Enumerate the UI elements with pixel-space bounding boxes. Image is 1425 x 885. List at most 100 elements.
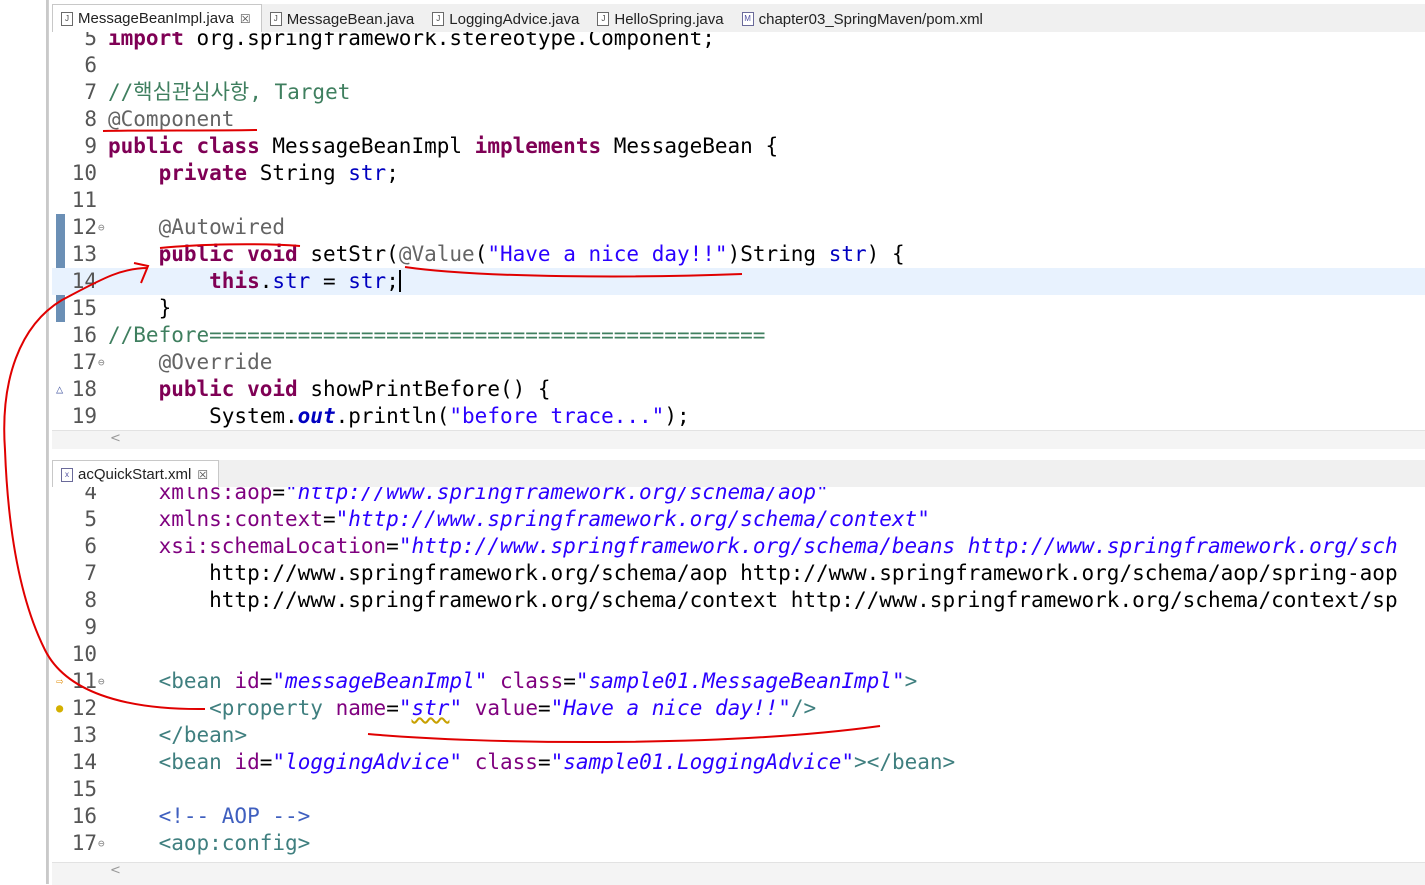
code-text: <aop:config>	[158, 831, 311, 855]
xml-editor-hscrollbar[interactable]: <	[52, 862, 1425, 885]
code-text: import org.springframework.stereotype.Co…	[108, 32, 715, 50]
tab-label: MessageBeanImpl.java	[78, 10, 234, 27]
tab-label: chapter03_SpringMaven/pom.xml	[758, 10, 983, 28]
line-number: 12	[71, 215, 97, 239]
top-tab-4[interactable]: Mchapter03_SpringMaven/pom.xml	[734, 6, 993, 32]
code-line[interactable]: 6	[52, 52, 1425, 79]
code-text: System.out.println("before trace...");	[108, 404, 690, 428]
code-line[interactable]: 16 //Before==============================…	[52, 322, 1425, 349]
tab-label: acQuickStart.xml	[78, 466, 192, 483]
code-line[interactable]: 11	[52, 187, 1425, 214]
code-line[interactable]: 12 ● <property name="str" value="Have a n…	[52, 695, 1425, 722]
left-side-panel	[0, 0, 49, 884]
warning-bulb-icon[interactable]: ●	[56, 695, 63, 722]
fold-toggle-icon[interactable]: ⊖	[98, 214, 105, 241]
line-number: 8	[84, 588, 97, 612]
code-text: xsi:schemaLocation="http://www.springfra…	[158, 534, 1398, 558]
code-line[interactable]: 19 System.out.println("before trace...")…	[52, 403, 1425, 430]
code-line[interactable]: 9 public class MessageBeanImpl implements…	[52, 133, 1425, 160]
top-tab-3[interactable]: J HelloSpring.java	[589, 6, 733, 32]
close-tab-icon[interactable]: ☒	[240, 12, 251, 26]
code-text: @Autowired	[158, 215, 286, 239]
code-text: http://www.springframework.org/schema/co…	[108, 588, 1398, 612]
override-marker-icon[interactable]: △	[56, 376, 63, 403]
line-number: 15	[71, 777, 97, 801]
code-line[interactable]: 17 ⊖ <aop:config>	[52, 830, 1425, 857]
code-line[interactable]: 7 //핵심관심사항, Target	[52, 79, 1425, 106]
fold-toggle-icon[interactable]: ⊖	[98, 349, 105, 376]
line-number: 17	[71, 831, 97, 855]
java-file-icon: J	[61, 11, 73, 26]
line-number: 11	[71, 188, 97, 212]
code-text: }	[108, 296, 172, 320]
code-line[interactable]: 4 xmlns:aop="http://www.springframework.…	[52, 487, 1425, 506]
line-number: 13	[71, 242, 97, 266]
code-text: //핵심관심사항, Target	[108, 80, 351, 104]
code-line[interactable]: 10 private String str;	[52, 160, 1425, 187]
top-tab-2[interactable]: J LoggingAdvice.java	[424, 6, 589, 32]
bottom-tab-0[interactable]: x acQuickStart.xml ☒	[52, 460, 220, 488]
code-line[interactable]: 10	[52, 641, 1425, 668]
code-text: @Component	[108, 107, 235, 131]
tab-label: HelloSpring.java	[614, 10, 724, 28]
line-number: 14	[71, 750, 97, 774]
code-line[interactable]: 16 <!-- AOP -->	[52, 803, 1425, 830]
maven-file-icon: M	[741, 12, 754, 26]
code-line[interactable]: 5 import org.springframework.stereotype.C…	[52, 32, 1425, 52]
code-line[interactable]: 5 xmlns:context="http://www.springframew…	[52, 506, 1425, 533]
code-text: <property name="str" value="Have a nice …	[209, 696, 817, 720]
code-text: public void showPrintBefore() {	[158, 377, 551, 401]
scroll-left-arrow-icon[interactable]: <	[110, 431, 121, 446]
code-line[interactable]: 14 this.str = str;	[52, 268, 1425, 295]
java-file-icon: J	[432, 12, 445, 26]
code-text: </bean>	[158, 723, 248, 747]
code-line[interactable]: 9	[52, 614, 1425, 641]
fold-toggle-icon[interactable]: ⊖	[98, 830, 105, 857]
line-number: 4	[84, 487, 97, 504]
line-number: 16	[71, 804, 97, 828]
code-line[interactable]: 13 public void setStr(@Value("Have a nic…	[52, 241, 1425, 268]
line-number: 7	[84, 80, 97, 104]
code-line[interactable]: 6 xsi:schemaLocation="http://www.springf…	[52, 533, 1425, 560]
line-number: 15	[71, 296, 97, 320]
line-number: 9	[84, 134, 97, 158]
fold-toggle-icon[interactable]: ⊖	[98, 668, 105, 695]
code-text: <bean id="messageBeanImpl" class="sample…	[158, 669, 918, 693]
code-line[interactable]: 7 http://www.springframework.org/schema/…	[52, 560, 1425, 587]
code-line[interactable]: 11 ⊖ ⇨ <bean id="messageBeanImpl" class="s…	[52, 668, 1425, 695]
line-number: 17	[71, 350, 97, 374]
top-editor-tabbar: J MessageBeanImpl.java ☒ J MessageBean.java J…	[52, 4, 1425, 33]
line-number: 8	[84, 107, 97, 131]
code-text: @Override	[158, 350, 273, 374]
code-line[interactable]: 15 }	[52, 295, 1425, 322]
top-tab-0[interactable]: J MessageBeanImpl.java ☒	[52, 4, 262, 32]
code-line[interactable]: 18 △ public void showPrintBefore() {	[52, 376, 1425, 403]
arrow-marker-icon[interactable]: ⇨	[56, 668, 63, 695]
code-line[interactable]: 8 http://www.springframework.org/schema/…	[52, 587, 1425, 614]
line-number: 10	[71, 642, 97, 666]
close-tab-icon[interactable]: ☒	[197, 468, 208, 482]
code-text: public void setStr(@Value("Have a nice d…	[158, 242, 905, 266]
code-line[interactable]: 15	[52, 776, 1425, 803]
java-editor-hscrollbar[interactable]: <	[52, 430, 1425, 449]
xml-file-icon: x	[61, 467, 73, 482]
code-text: <bean id="loggingAdvice" class="sample01…	[158, 750, 956, 774]
line-number: 16	[71, 323, 97, 347]
bottom-editor-tabbar: x acQuickStart.xml ☒	[52, 460, 1425, 489]
scroll-left-arrow-icon[interactable]: <	[110, 863, 121, 878]
code-text: xmlns:aop="http://www.springframework.or…	[158, 487, 829, 504]
code-line[interactable]: 13 </bean>	[52, 722, 1425, 749]
code-text: public class MessageBeanImpl implements …	[108, 134, 779, 158]
line-number: 5	[84, 32, 97, 50]
code-line[interactable]: 17 ⊖ @Override	[52, 349, 1425, 376]
java-code-editor[interactable]: 5 import org.springframework.stereotype.C…	[52, 32, 1425, 430]
code-line[interactable]: 12 ⊖ @Autowired	[52, 214, 1425, 241]
line-number: 10	[71, 161, 97, 185]
top-tab-1[interactable]: J MessageBean.java	[262, 6, 425, 32]
code-line[interactable]: 14 <bean id="loggingAdvice" class="sampl…	[52, 749, 1425, 776]
xml-code-editor[interactable]: 4 xmlns:aop="http://www.springframework.…	[52, 487, 1425, 861]
code-text: <!-- AOP -->	[158, 804, 311, 828]
code-text: this.str = str;	[209, 269, 401, 293]
code-line[interactable]: 8 @Component	[52, 106, 1425, 133]
line-number: 7	[84, 561, 97, 585]
